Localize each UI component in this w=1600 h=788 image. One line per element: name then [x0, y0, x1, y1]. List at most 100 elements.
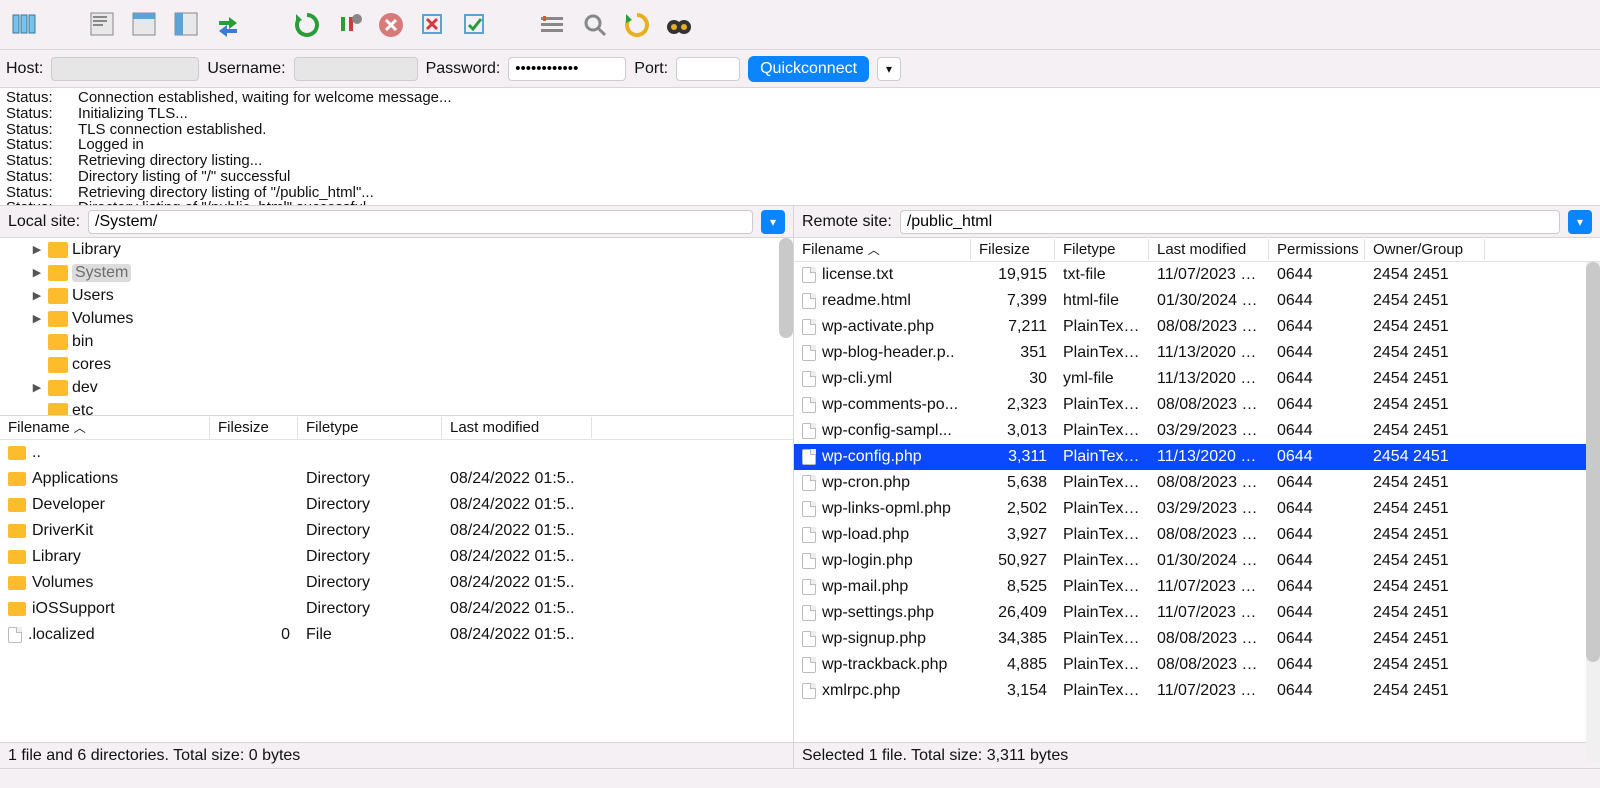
file-row[interactable]: wp-config-sampl...3,013PlainTextT..03/29…	[794, 418, 1600, 444]
process-queue-icon[interactable]	[330, 6, 368, 44]
file-row[interactable]: VolumesDirectory08/24/2022 01:5..	[0, 570, 793, 596]
file-name: wp-cron.php	[822, 474, 910, 492]
file-modified: 08/24/2022 01:5..	[442, 548, 592, 566]
tree-item[interactable]: ▶Library	[0, 238, 793, 261]
col-modified[interactable]: Last modified	[442, 417, 592, 438]
file-permissions: 0644	[1269, 266, 1365, 284]
folder-icon	[8, 550, 26, 564]
file-row[interactable]: .localized0File08/24/2022 01:5..	[0, 622, 793, 648]
tree-item[interactable]: ▶Users	[0, 284, 793, 307]
col-filename[interactable]: Filename	[802, 241, 864, 258]
file-row[interactable]: wp-signup.php34,385PlainTextT..08/08/202…	[794, 626, 1600, 652]
file-row[interactable]: wp-cli.yml30yml-file11/13/2020 0...06442…	[794, 366, 1600, 392]
file-row[interactable]: LibraryDirectory08/24/2022 01:5..	[0, 544, 793, 570]
file-row[interactable]: wp-load.php3,927PlainTextT..08/08/2023 1…	[794, 522, 1600, 548]
file-name: readme.html	[822, 292, 911, 310]
remote-status: Selected 1 file. Total size: 3,311 bytes	[794, 742, 1600, 768]
username-input[interactable]	[294, 57, 418, 81]
tree-item[interactable]: cores	[0, 353, 793, 376]
local-file-list[interactable]: ..ApplicationsDirectory08/24/2022 01:5..…	[0, 440, 793, 742]
file-permissions: 0644	[1269, 526, 1365, 544]
file-row[interactable]: wp-mail.php8,525PlainTextT..11/07/2023 1…	[794, 574, 1600, 600]
disconnect-icon[interactable]	[414, 6, 452, 44]
file-name: Applications	[32, 470, 118, 488]
col-filesize[interactable]: Filesize	[971, 239, 1055, 260]
refresh-icon[interactable]	[288, 6, 326, 44]
col-filesize[interactable]: Filesize	[210, 417, 298, 438]
local-file-headers[interactable]: Filename ︿ Filesize Filetype Last modifi…	[0, 416, 793, 440]
toggle-local-tree-icon[interactable]	[126, 6, 164, 44]
file-row[interactable]: iOSSupportDirectory08/24/2022 01:5..	[0, 596, 793, 622]
password-input[interactable]	[508, 57, 626, 81]
file-row[interactable]: wp-blog-header.p..351PlainTextT..11/13/2…	[794, 340, 1600, 366]
local-path-bar: Local site: ▾	[0, 206, 793, 238]
file-row[interactable]: DriverKitDirectory08/24/2022 01:5..	[0, 518, 793, 544]
file-row[interactable]: wp-settings.php26,409PlainTextT..11/07/2…	[794, 600, 1600, 626]
file-row[interactable]: readme.html7,399html-file01/30/2024 1...…	[794, 288, 1600, 314]
tree-item[interactable]: ▶Volumes	[0, 307, 793, 330]
col-filename[interactable]: Filename	[8, 419, 70, 436]
tree-item[interactable]: etc	[0, 399, 793, 416]
disclosure-icon[interactable]: ▶	[30, 312, 44, 325]
host-input[interactable]	[51, 57, 199, 81]
file-icon	[802, 579, 816, 595]
scrollbar[interactable]	[779, 238, 793, 338]
disclosure-icon[interactable]: ▶	[30, 243, 44, 256]
password-label: Password:	[426, 60, 501, 78]
file-row[interactable]: wp-comments-po...2,323PlainTextT..08/08/…	[794, 392, 1600, 418]
file-row[interactable]: wp-config.php3,311PlainTextT..11/13/2020…	[794, 444, 1600, 470]
scrollbar[interactable]	[1586, 262, 1600, 762]
remote-file-list[interactable]: license.txt19,915txt-file11/07/2023 1...…	[794, 262, 1600, 742]
file-row[interactable]: DeveloperDirectory08/24/2022 01:5..	[0, 492, 793, 518]
remote-pane: Remote site: ▾ Filename ︿ Filesize Filet…	[794, 206, 1600, 768]
site-manager-icon[interactable]	[6, 6, 44, 44]
local-path-input[interactable]	[88, 210, 753, 234]
file-row[interactable]: wp-trackback.php4,885PlainTextT..08/08/2…	[794, 652, 1600, 678]
log-message: Logged in	[78, 137, 144, 153]
file-row[interactable]: wp-activate.php7,211PlainTextT..08/08/20…	[794, 314, 1600, 340]
file-modified: 08/08/2023 1...	[1149, 630, 1269, 648]
filter-icon[interactable]	[534, 6, 572, 44]
quickconnect-dropdown[interactable]: ▾	[877, 57, 901, 81]
file-row[interactable]: wp-links-opml.php2,502PlainTextT..03/29/…	[794, 496, 1600, 522]
tree-item[interactable]: bin	[0, 330, 793, 353]
tree-item[interactable]: ▶System	[0, 261, 793, 284]
file-name: wp-cli.yml	[822, 370, 892, 388]
local-tree[interactable]: ▶Library▶System▶Users▶Volumesbincores▶de…	[0, 238, 793, 416]
col-filetype[interactable]: Filetype	[298, 417, 442, 438]
tree-item[interactable]: ▶dev	[0, 376, 793, 399]
reconnect-icon[interactable]	[456, 6, 494, 44]
disclosure-icon[interactable]: ▶	[30, 381, 44, 394]
binoculars-icon[interactable]	[660, 6, 698, 44]
file-row[interactable]: license.txt19,915txt-file11/07/2023 1...…	[794, 262, 1600, 288]
col-owner[interactable]: Owner/Group	[1365, 239, 1485, 260]
file-modified: 08/08/2023 1...	[1149, 396, 1269, 414]
search-icon[interactable]	[576, 6, 614, 44]
port-input[interactable]	[676, 57, 740, 81]
toggle-remote-tree-icon[interactable]	[168, 6, 206, 44]
file-row[interactable]: xmlrpc.php3,154PlainTextT..11/07/2023 1.…	[794, 678, 1600, 704]
col-filetype[interactable]: Filetype	[1055, 239, 1149, 260]
remote-site-label: Remote site:	[802, 213, 892, 231]
file-row[interactable]: wp-cron.php5,638PlainTextT..08/08/2023 1…	[794, 470, 1600, 496]
file-type: PlainTextT..	[1055, 448, 1149, 466]
remote-path-dropdown[interactable]: ▾	[1568, 210, 1592, 234]
cancel-icon[interactable]	[372, 6, 410, 44]
disclosure-icon[interactable]: ▶	[30, 266, 44, 279]
remote-file-headers[interactable]: Filename ︿ Filesize Filetype Last modifi…	[794, 238, 1600, 262]
file-row[interactable]: ..	[0, 440, 793, 466]
local-path-dropdown[interactable]: ▾	[761, 210, 785, 234]
file-modified: 03/29/2023 1...	[1149, 422, 1269, 440]
col-modified[interactable]: Last modified	[1149, 239, 1269, 260]
file-row[interactable]: wp-login.php50,927PlainTextT..01/30/2024…	[794, 548, 1600, 574]
file-modified: 08/08/2023 1...	[1149, 474, 1269, 492]
toggle-queue-icon[interactable]	[210, 6, 248, 44]
remote-path-input[interactable]	[900, 210, 1560, 234]
file-row[interactable]: ApplicationsDirectory08/24/2022 01:5..	[0, 466, 793, 492]
file-owner: 2454 2451	[1365, 526, 1485, 544]
compare-icon[interactable]	[618, 6, 656, 44]
toggle-log-icon[interactable]	[84, 6, 122, 44]
col-permissions[interactable]: Permissions	[1269, 239, 1365, 260]
disclosure-icon[interactable]: ▶	[30, 289, 44, 302]
quickconnect-button[interactable]: Quickconnect	[748, 56, 869, 82]
